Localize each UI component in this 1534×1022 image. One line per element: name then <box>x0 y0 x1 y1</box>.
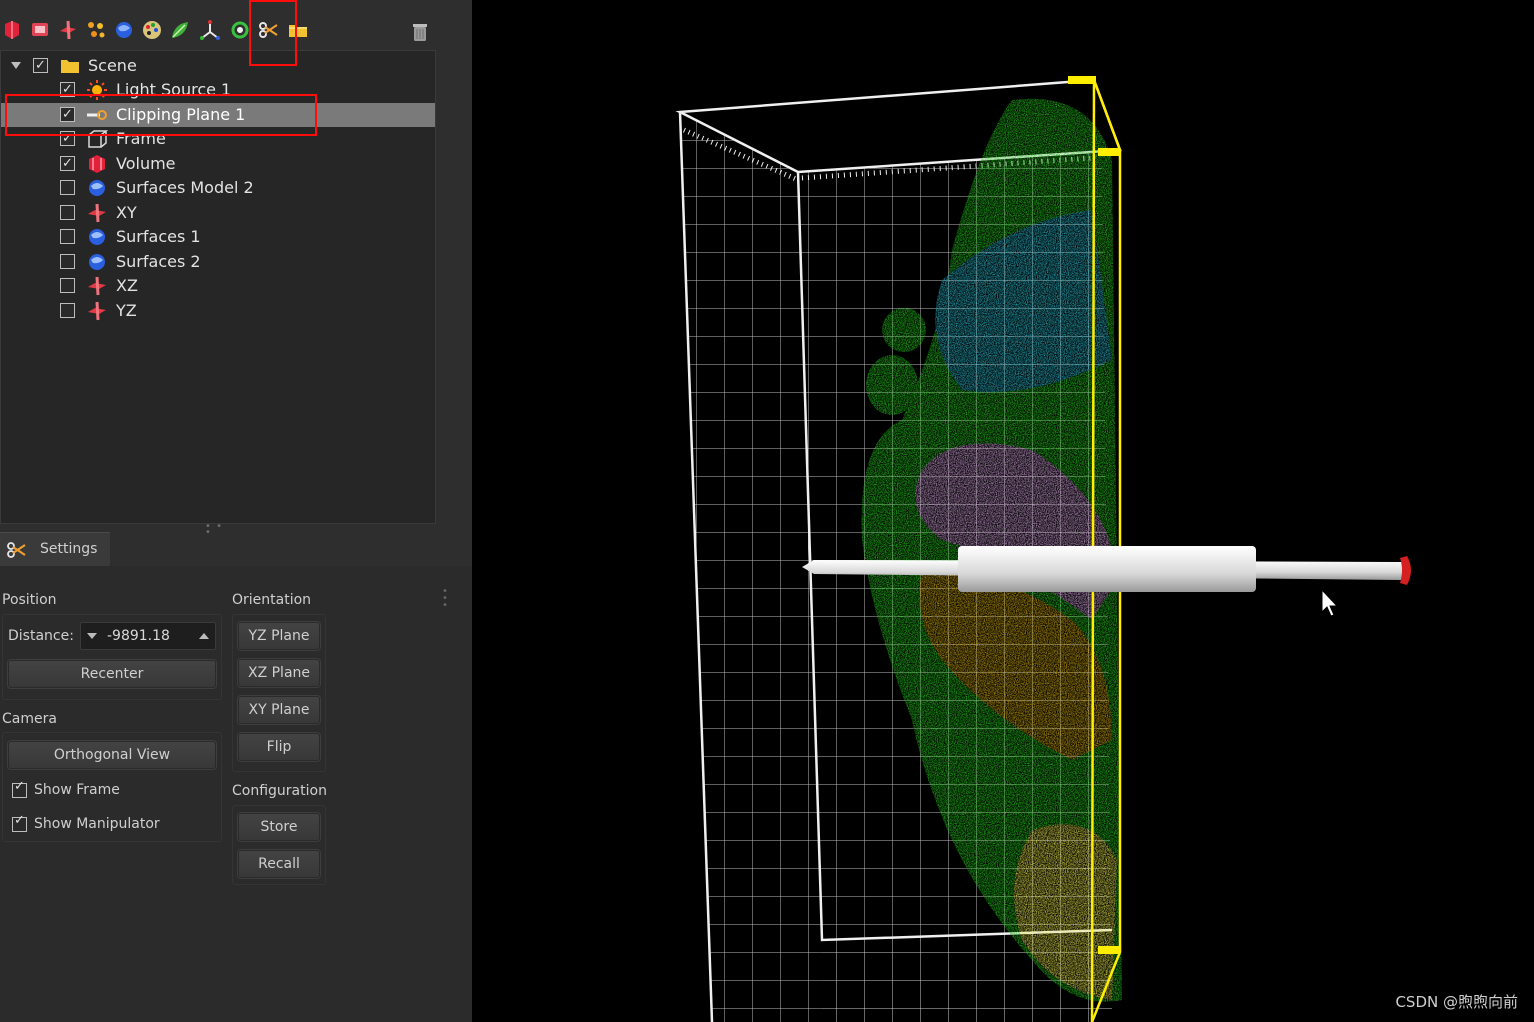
tree-item-volume[interactable]: Volume <box>1 152 435 176</box>
visibility-checkbox[interactable] <box>60 254 75 269</box>
refresh-icon[interactable] <box>228 18 252 42</box>
plane-icon[interactable] <box>56 18 80 42</box>
show-manipulator-checkbox[interactable] <box>12 813 27 832</box>
plane-icon <box>86 203 108 223</box>
tree-item-scene[interactable]: Scene <box>1 54 435 78</box>
tree-item-label: Surfaces Model 2 <box>116 178 254 197</box>
surfaces-icon <box>86 227 108 247</box>
show-frame-checkbox[interactable] <box>12 779 27 798</box>
visibility-checkbox[interactable] <box>60 303 75 318</box>
tab-settings[interactable]: Settings <box>0 532 110 566</box>
orthogonal-view-button[interactable]: Orthogonal View <box>8 741 216 769</box>
scene-tree[interactable]: Scene Light Source 1 Clipping Plane 1 Fr… <box>0 50 436 524</box>
tree-item-xy[interactable]: XY <box>1 201 435 225</box>
volume-icon <box>86 154 108 174</box>
tree-item-label: Volume <box>116 154 176 173</box>
spots-icon[interactable] <box>84 18 108 42</box>
show-frame-label: Show Frame <box>34 782 120 798</box>
left-panel: Scene Light Source 1 Clipping Plane 1 Fr… <box>0 0 472 1022</box>
tree-item-label: YZ <box>116 301 137 320</box>
surfaces-icon <box>86 178 108 198</box>
store-button[interactable]: Store <box>238 813 320 841</box>
recenter-button[interactable]: Recenter <box>8 660 216 688</box>
configuration-group-title: Configuration <box>232 783 327 799</box>
flip-button[interactable]: Flip <box>238 733 320 761</box>
tree-item-label: XZ <box>116 276 138 295</box>
palette-icon[interactable] <box>140 18 164 42</box>
frame-icon <box>86 129 108 149</box>
pane-resize-handle[interactable]: • • • <box>442 587 448 612</box>
folder-icon <box>59 56 81 76</box>
decrement-arrow-icon[interactable] <box>87 633 97 639</box>
clipping-plane-icon <box>86 105 108 125</box>
visibility-checkbox[interactable] <box>33 54 48 78</box>
tree-item-label: Surfaces 1 <box>116 227 201 246</box>
volume-render[interactable] <box>472 0 1534 1022</box>
tree-item-label: Frame <box>116 129 166 148</box>
tree-item-label: XY <box>116 203 137 222</box>
visibility-checkbox[interactable] <box>60 103 75 127</box>
surfaces-icon <box>86 252 108 272</box>
tree-item-yz[interactable]: YZ <box>1 299 435 323</box>
visibility-checkbox[interactable] <box>60 229 75 244</box>
camera-group-title: Camera <box>2 711 57 727</box>
visibility-checkbox[interactable] <box>60 127 75 151</box>
sun-icon <box>86 80 108 100</box>
expand-arrow-icon[interactable] <box>11 62 21 69</box>
tree-item-label: Surfaces 2 <box>116 252 201 271</box>
axes-icon[interactable] <box>198 18 222 42</box>
trash-icon[interactable] <box>408 20 432 44</box>
surfaces-icon[interactable] <box>112 18 136 42</box>
scissors-icon <box>6 540 28 560</box>
visibility-checkbox[interactable] <box>60 278 75 293</box>
tree-item-label: Clipping Plane 1 <box>116 105 246 124</box>
mouse-cursor-icon <box>1321 588 1339 617</box>
distance-label: Distance: <box>8 628 74 644</box>
visibility-checkbox[interactable] <box>60 152 75 176</box>
visibility-checkbox[interactable] <box>60 78 75 102</box>
leaf-icon[interactable] <box>168 18 192 42</box>
recall-button[interactable]: Recall <box>238 850 320 878</box>
tree-item-frame[interactable]: Frame <box>1 127 435 151</box>
position-group-title: Position <box>2 592 57 608</box>
tree-item-light-source[interactable]: Light Source 1 <box>1 78 435 102</box>
volume-icon[interactable] <box>0 18 24 42</box>
tab-label: Settings <box>40 541 98 557</box>
tree-item-surfaces-model-2[interactable]: Surfaces Model 2 <box>1 176 435 200</box>
folder-icon[interactable] <box>286 18 310 42</box>
tree-item-label: Scene <box>88 56 137 75</box>
xy-plane-button[interactable]: XY Plane <box>238 696 320 724</box>
tree-item-label: Light Source 1 <box>116 80 232 99</box>
plane-icon <box>86 276 108 296</box>
distance-spinbox[interactable]: -9891.18 <box>80 622 216 650</box>
show-manipulator-label: Show Manipulator <box>34 816 160 832</box>
tree-item-clipping-plane[interactable]: Clipping Plane 1 <box>1 103 435 127</box>
plane-icon <box>86 301 108 321</box>
tree-item-surfaces-2[interactable]: Surfaces 2 <box>1 250 435 274</box>
toolbar <box>0 14 440 48</box>
3d-viewport[interactable]: CSDN @煦煦向前 <box>472 0 1534 1022</box>
visibility-checkbox[interactable] <box>60 205 75 220</box>
frame-icon[interactable] <box>28 18 52 42</box>
xz-plane-button[interactable]: XZ Plane <box>238 659 320 687</box>
tree-item-surfaces-1[interactable]: Surfaces 1 <box>1 225 435 249</box>
tree-item-xz[interactable]: XZ <box>1 274 435 298</box>
scissors-icon[interactable] <box>257 18 281 42</box>
increment-arrow-icon[interactable] <box>199 633 209 639</box>
orientation-group-title: Orientation <box>232 592 312 608</box>
yz-plane-button[interactable]: YZ Plane <box>238 622 320 650</box>
watermark: CSDN @煦煦向前 <box>1395 993 1518 1011</box>
visibility-checkbox[interactable] <box>60 180 75 195</box>
distance-value[interactable]: -9891.18 <box>107 628 170 644</box>
panel-splitter[interactable]: • • • <box>205 522 229 538</box>
